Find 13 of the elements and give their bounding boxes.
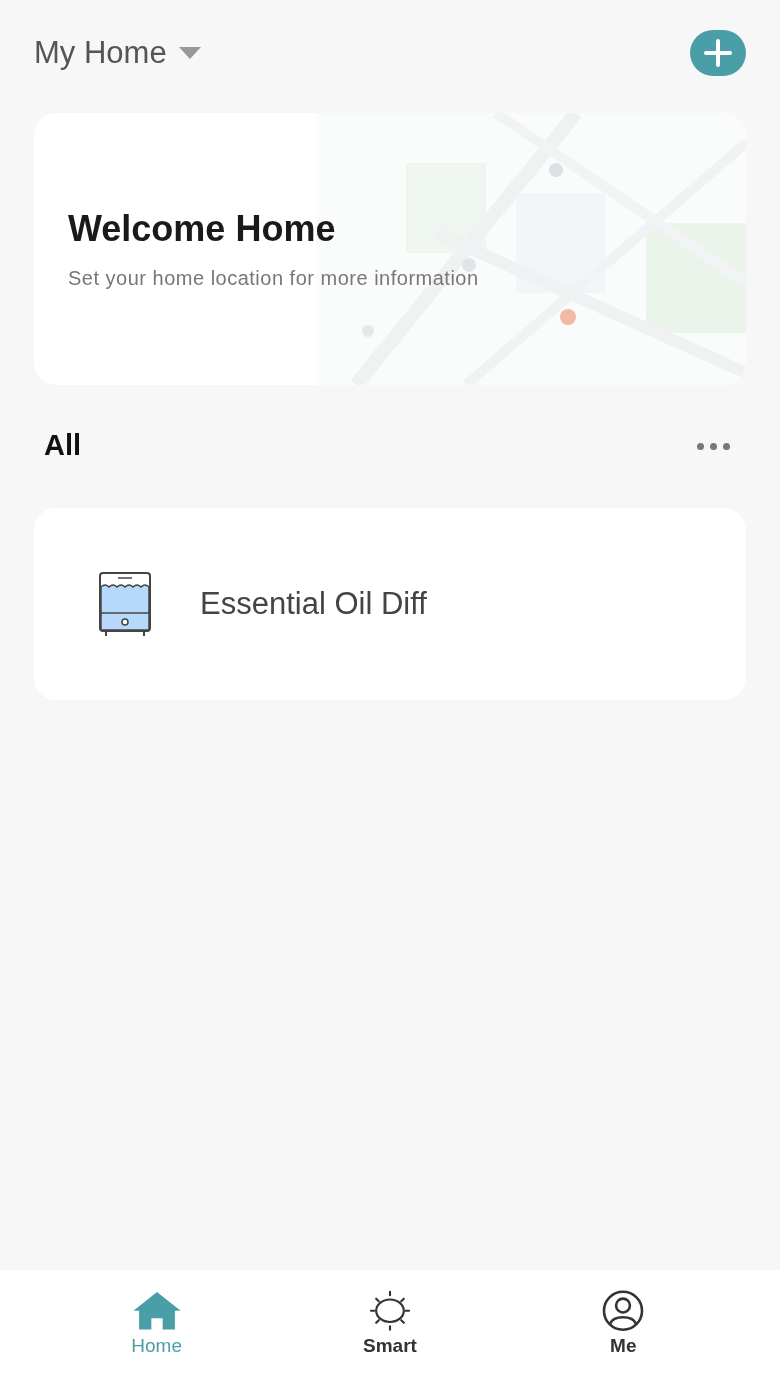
welcome-card[interactable]: Welcome Home Set your home location for more information bbox=[34, 113, 746, 385]
device-name: Essential Oil Diff bbox=[200, 584, 427, 623]
device-card[interactable]: Essential Oil Diff bbox=[34, 508, 746, 700]
add-button[interactable] bbox=[690, 30, 746, 76]
tab[interactable]: Me bbox=[563, 1290, 684, 1360]
dropdown-icon bbox=[178, 47, 201, 59]
home-selector[interactable]: My Home bbox=[34, 29, 201, 77]
plus-icon bbox=[704, 39, 732, 67]
humidifier-icon bbox=[98, 571, 152, 637]
tab[interactable]: Smart bbox=[330, 1290, 450, 1360]
welcome-title: Welcome Home bbox=[68, 211, 337, 247]
section-title: All bbox=[44, 428, 82, 464]
welcome-subtitle: Set your home location for more information bbox=[68, 266, 480, 291]
